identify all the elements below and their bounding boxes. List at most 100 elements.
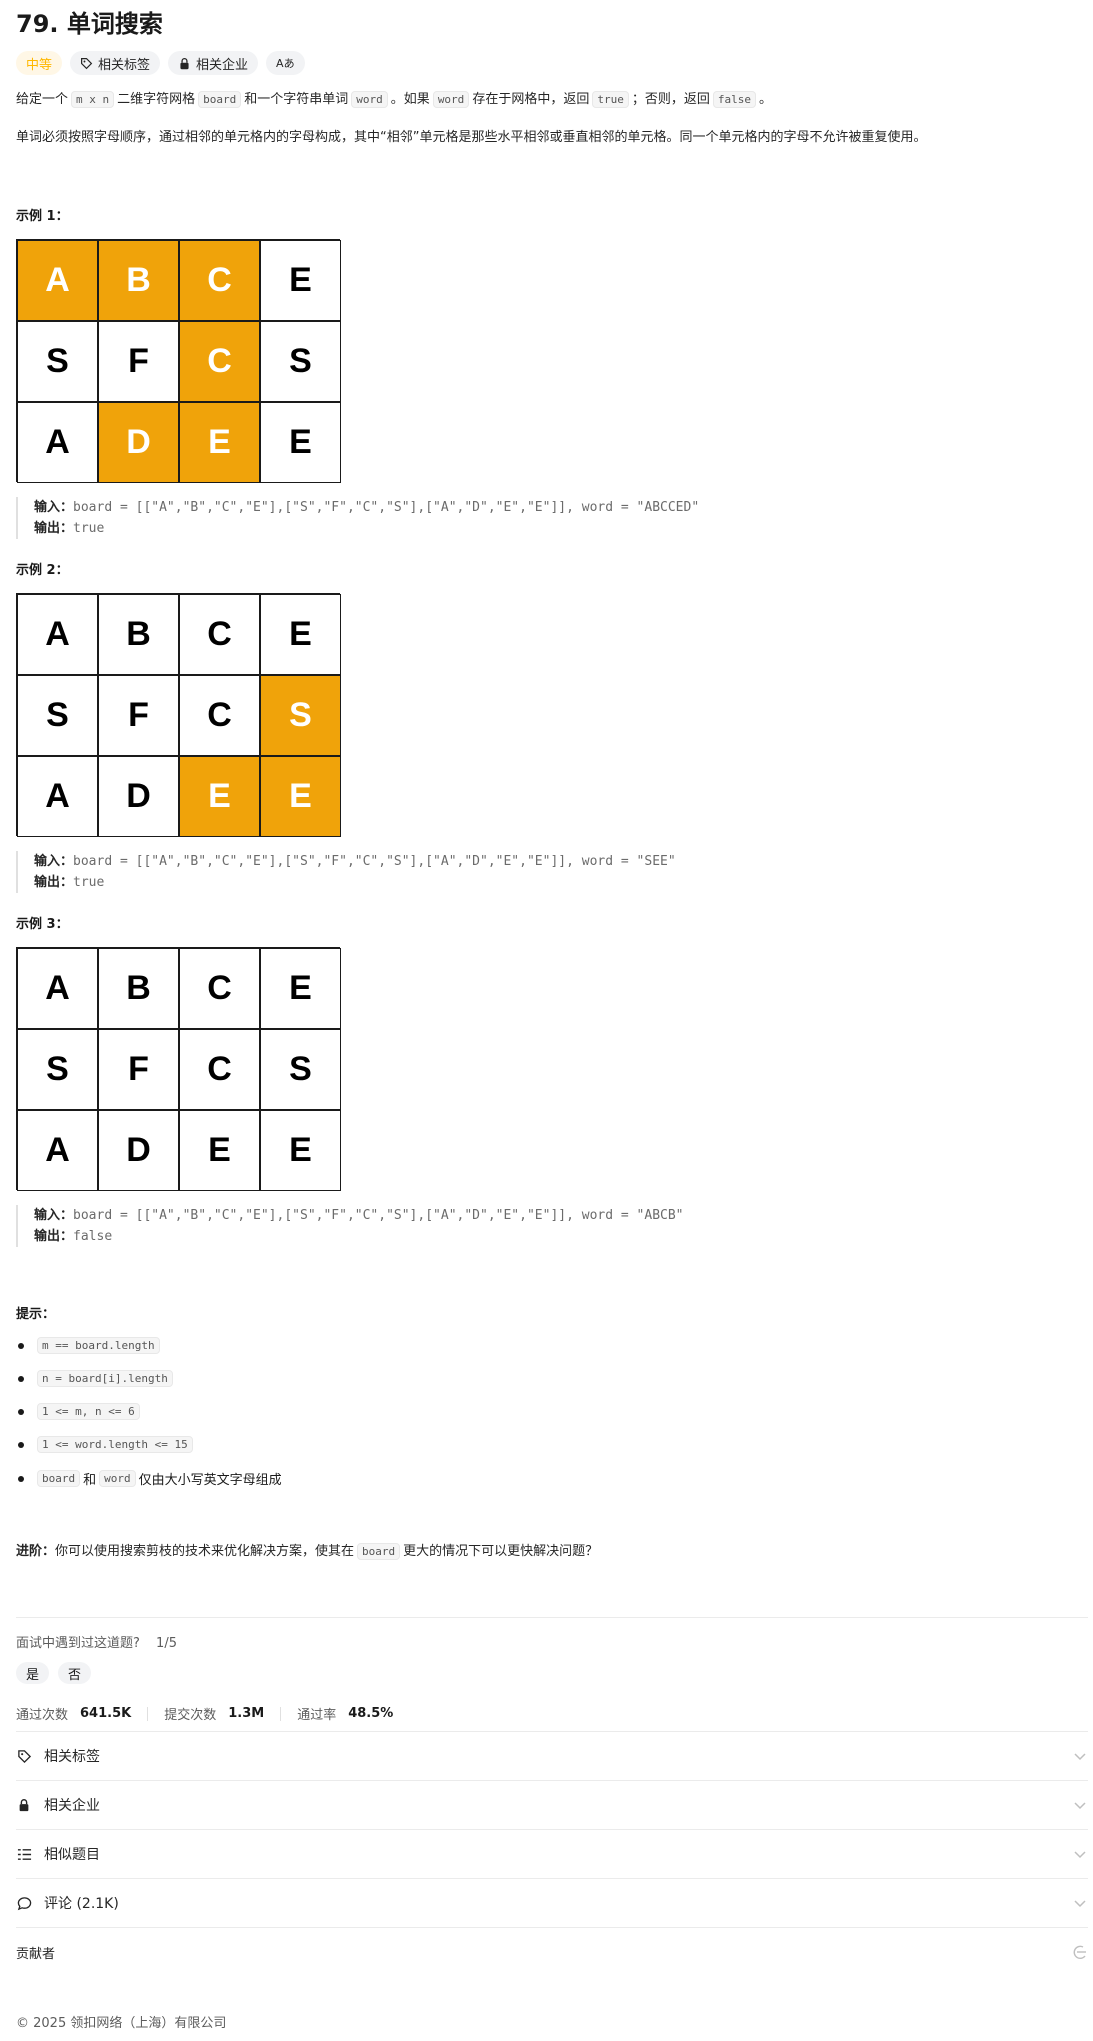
board-cell: S <box>17 1029 98 1110</box>
desc-text: 存在于网格中，返回 <box>472 92 590 107</box>
related-companies-button[interactable]: 相关企业 <box>168 51 259 75</box>
stats-bar: 通过次数 641.5K 提交次数 1.3M 通过率 48.5% <box>16 1704 409 1723</box>
input-label: 输入： <box>34 1208 74 1223</box>
example-1-io: 输入：board = [["A","B","C","E"],["S","F","… <box>16 497 699 539</box>
board-cell: B <box>98 240 179 321</box>
comment-icon <box>16 1895 32 1911</box>
footer-copyright: © 2025 领扣网络（上海）有限公司 <box>16 2016 227 2031</box>
hint-code: m == board.length <box>37 1337 160 1354</box>
board-cell: C <box>179 594 260 675</box>
related-tags-label: 相关标签 <box>98 57 151 73</box>
output-value: true <box>73 521 105 536</box>
board-cell: E <box>260 240 341 321</box>
hint-code: 1 <= word.length <= 15 <box>37 1436 193 1453</box>
interview-progress: 1/5 <box>156 1636 177 1651</box>
output-label: 输出： <box>34 1229 74 1244</box>
board-cell: D <box>98 402 179 483</box>
hint-code: board <box>37 1470 81 1487</box>
section-label: 评论 (2.1K) <box>44 1896 119 1912</box>
example-3-heading: 示例 3： <box>16 917 69 932</box>
board-cell: B <box>98 948 179 1029</box>
acceptance-rate-label: 通过率 <box>297 1708 337 1723</box>
related-tags-button[interactable]: 相关标签 <box>70 51 161 75</box>
board-cell: D <box>98 756 179 837</box>
board-cell: E <box>179 1110 260 1191</box>
board-cell: D <box>98 1110 179 1191</box>
hint-code: 1 <= m, n <= 6 <box>37 1403 140 1420</box>
desc-text: 。如果 <box>390 92 430 107</box>
board-cell: E <box>260 402 341 483</box>
input-value: board = [["A","B","C","E"],["S","F","C",… <box>73 1208 684 1223</box>
board-cell: C <box>179 1029 260 1110</box>
board-cell: B <box>98 594 179 675</box>
input-label: 输入： <box>34 500 74 515</box>
chevron-down-icon <box>1074 1851 1086 1859</box>
submissions-count: 1.3M <box>228 1706 265 1721</box>
tag-icon <box>81 57 93 69</box>
interview-question: 面试中遇到过这道题? 1/5 <box>16 1632 177 1651</box>
board-cell: F <box>98 321 179 402</box>
output-value: false <box>73 1229 113 1244</box>
example-3-board: ABCESFCSADEE <box>16 947 341 1191</box>
example-1-board: ABCESFCSADEE <box>16 239 341 483</box>
advanced-note: 进阶：你可以使用搜索剪枝的技术来优化解决方案，使其在 board 更大的情况下可以更… <box>16 1542 598 1562</box>
example-2-heading: 示例 2： <box>16 563 69 578</box>
desc-text: 给定一个 <box>16 92 69 107</box>
example-1-heading: 示例 1： <box>16 209 69 224</box>
board-cell: E <box>260 594 341 675</box>
advanced-text: 你可以使用搜索剪枝的技术来优化解决方案，使其在 <box>55 1544 355 1559</box>
inline-code: false <box>712 91 756 108</box>
board-cell: A <box>17 240 98 321</box>
difficulty-badge: 中等 <box>16 51 63 75</box>
chevron-down-icon <box>1074 1802 1086 1810</box>
hint-item: board 和 word 仅由大小写英文字母组成 <box>16 1469 282 1488</box>
list-icon <box>16 1846 32 1862</box>
section-contributors[interactable]: 贡献者 <box>16 1928 1088 1976</box>
inline-code: word <box>432 91 470 108</box>
tag-icon <box>16 1748 32 1764</box>
board-cell: E <box>179 402 260 483</box>
problem-title: 79. 单词搜索 <box>16 10 163 38</box>
board-cell: C <box>179 675 260 756</box>
output-label: 输出： <box>34 875 74 890</box>
interview-yes-button[interactable]: 是 <box>16 1662 50 1684</box>
section-comments[interactable]: 评论 (2.1K) <box>16 1879 1088 1927</box>
board-cell: C <box>179 948 260 1029</box>
output-label: 输出： <box>34 521 74 536</box>
board-cell: A <box>17 948 98 1029</box>
board-cell: C <box>179 240 260 321</box>
hints-heading: 提示： <box>16 1307 56 1322</box>
tag-bar: 中等 相关标签 相关企业 Aあ <box>16 51 305 75</box>
hint-code: n = board[i].length <box>37 1370 173 1387</box>
inline-code: board <box>357 1543 401 1560</box>
desc-text: 。 <box>758 92 772 107</box>
section-related-companies[interactable]: 相关企业 <box>16 1781 1088 1829</box>
input-value: board = [["A","B","C","E"],["S","F","C",… <box>73 500 700 515</box>
inline-code: word <box>351 91 388 108</box>
board-cell: A <box>17 402 98 483</box>
board-cell: C <box>179 321 260 402</box>
hint-text: 仅由大小写英文字母组成 <box>138 1473 282 1488</box>
advanced-label: 进阶： <box>16 1544 56 1559</box>
section-related-tags[interactable]: 相关标签 <box>16 1732 1088 1780</box>
interview-no-button[interactable]: 否 <box>58 1662 92 1684</box>
input-label: 输入： <box>34 854 74 869</box>
hint-code: word <box>99 1470 136 1487</box>
desc-text: 二维字符网格 <box>117 92 196 107</box>
section-label: 相关企业 <box>44 1798 100 1814</box>
section-label: 贡献者 <box>16 1946 56 1962</box>
board-cell: F <box>98 675 179 756</box>
desc-text: ；否则，返回 <box>631 92 710 107</box>
submissions-label: 提交次数 <box>164 1708 217 1723</box>
board-cell: E <box>260 1110 341 1191</box>
font-translate-button[interactable]: Aあ <box>266 51 305 75</box>
example-3-io: 输入：board = [["A","B","C","E"],["S","F","… <box>16 1205 684 1247</box>
board-cell: S <box>260 675 341 756</box>
board-cell: E <box>260 948 341 1029</box>
hint-item: 1 <= word.length <= 15 <box>16 1436 196 1453</box>
advanced-text: 更大的情况下可以更快解决问题？ <box>403 1544 599 1559</box>
contributor-icon <box>1073 1945 1086 1960</box>
section-similar-questions[interactable]: 相似题目 <box>16 1830 1088 1878</box>
board-cell: S <box>17 321 98 402</box>
section-label: 相关标签 <box>44 1749 100 1765</box>
